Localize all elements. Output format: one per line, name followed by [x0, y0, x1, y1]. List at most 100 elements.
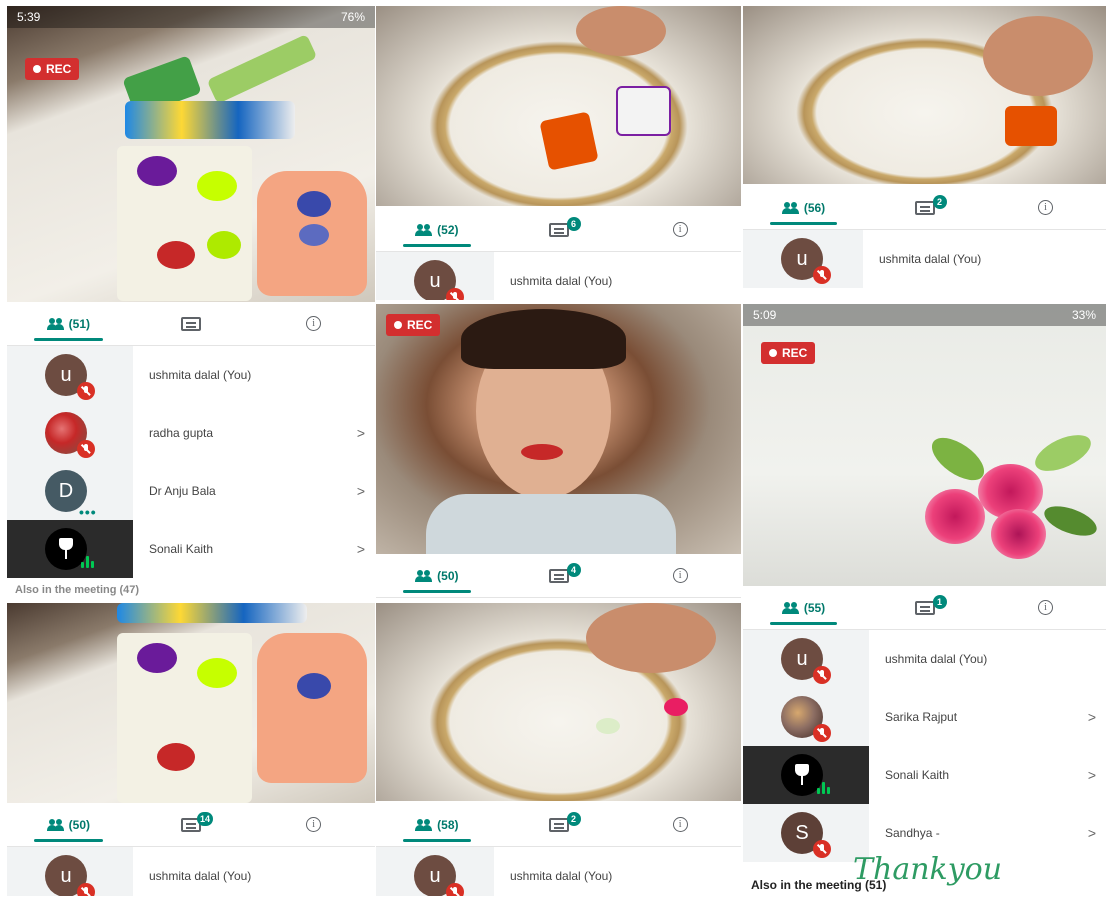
tab-info[interactable]: i — [985, 586, 1106, 629]
chevron-right-icon: > — [356, 483, 366, 499]
participant-row[interactable]: u ushmita dalal (You) — [743, 230, 1106, 288]
record-dot-icon — [33, 65, 41, 73]
tab-chat[interactable]: 2 — [864, 186, 985, 229]
tab-info[interactable]: i — [985, 186, 1106, 229]
chat-icon: 14 — [181, 811, 213, 832]
meeting-tabs: (52) 6 i — [376, 208, 741, 252]
chat-icon: 2 — [914, 194, 947, 215]
more-dots-icon: ••• — [79, 504, 97, 520]
tab-chat[interactable]: 2 — [498, 803, 620, 846]
mic-off-icon — [813, 724, 831, 742]
participant-row[interactable]: Sonali Kaith > — [743, 746, 1106, 804]
tab-info[interactable]: i — [619, 554, 741, 597]
leaf — [197, 658, 237, 688]
chat-badge: 6 — [566, 216, 581, 231]
participant-row[interactable]: u ushmita dalal (You) — [376, 252, 741, 300]
participant-name: Sandhya - — [885, 826, 940, 840]
participant-row[interactable]: u ushmita dalal (You) — [376, 847, 741, 896]
flower — [137, 156, 177, 186]
leaf — [596, 718, 620, 734]
chevron-right-icon: > — [356, 425, 366, 441]
participant-row[interactable]: D ••• Dr Anju Bala > — [7, 462, 375, 520]
video-feed — [376, 6, 741, 206]
tab-chat[interactable]: 4 — [498, 554, 620, 597]
leaf — [197, 171, 237, 201]
mic-off-icon — [446, 883, 464, 896]
people-icon — [415, 569, 433, 582]
tab-info[interactable]: i — [252, 803, 375, 846]
speaking-icon — [81, 554, 95, 568]
chevron-right-icon: > — [1087, 767, 1097, 783]
tab-chat[interactable]: 14 — [130, 803, 253, 846]
status-bar: 5:39 76% — [7, 6, 375, 28]
participant-count: (55) — [803, 600, 826, 615]
video-feed: 5:09 33% REC — [743, 304, 1106, 586]
participant-row[interactable]: Sarika Rajput > — [743, 688, 1106, 746]
paint-bottle — [117, 603, 307, 623]
meeting-tabs: (55) 1 i — [743, 586, 1106, 630]
flower — [157, 241, 195, 269]
participant-count: (56) — [803, 200, 826, 215]
tab-participants[interactable]: (55) — [743, 586, 864, 629]
handwritten-note: Thankyou — [853, 852, 1003, 887]
participant-name: ushmita dalal (You) — [149, 869, 252, 883]
participant-name: Dr Anju Bala — [149, 484, 216, 498]
participant-row[interactable]: u ushmita dalal (You) — [7, 346, 375, 404]
painted-tile — [1005, 106, 1057, 146]
participant-row[interactable]: radha gupta > — [7, 404, 375, 462]
painted-tile — [616, 86, 671, 136]
chat-badge: 2 — [566, 811, 581, 826]
participant-name: Sonali Kaith — [149, 542, 214, 556]
info-icon: i — [672, 817, 688, 832]
participant-name: ushmita dalal (You) — [149, 368, 252, 382]
recording-badge: REC — [761, 342, 816, 364]
participant-list: u ushmita dalal (You) Sarika Rajput > So… — [743, 630, 1106, 899]
video-feed — [743, 6, 1106, 184]
also-in-meeting-label: Also in the meeting (47) — [15, 584, 140, 596]
chat-badge: 1 — [932, 594, 947, 609]
chevron-right-icon: > — [1087, 709, 1097, 725]
tab-participants[interactable]: (52) — [376, 208, 498, 251]
tab-participants[interactable]: (56) — [743, 186, 864, 229]
flower — [664, 698, 688, 716]
tab-participants[interactable]: (50) — [7, 803, 130, 846]
chat-icon — [181, 316, 201, 331]
tab-participants[interactable]: (50) — [376, 554, 498, 597]
meeting-tile-3: (56) 2 i u ushmita dalal (You) — [743, 6, 1106, 302]
participant-name: Sonali Kaith — [885, 768, 950, 782]
rose-flower — [925, 489, 985, 544]
flower — [137, 643, 177, 673]
tab-info[interactable]: i — [619, 803, 741, 846]
video-feed: REC — [376, 304, 741, 554]
participant-row[interactable]: u ushmita dalal (You) — [743, 630, 1106, 688]
recording-badge: REC — [386, 314, 441, 336]
meeting-tabs: (50) 14 i — [7, 803, 375, 847]
tab-info[interactable]: i — [252, 302, 375, 345]
chat-badge: 4 — [566, 562, 581, 577]
people-icon — [781, 601, 800, 614]
participant-row[interactable]: Sonali Kaith > — [7, 520, 375, 578]
tab-participants[interactable]: (51) — [7, 302, 130, 345]
tab-chat[interactable]: 6 — [498, 208, 620, 251]
video-feed: 5:39 76% REC — [7, 6, 375, 302]
leaf — [207, 231, 241, 259]
meeting-tabs: (51) i — [7, 302, 375, 346]
tab-chat[interactable]: 1 — [864, 586, 985, 629]
participant-count: (58) — [437, 817, 459, 832]
participant-count: (51) — [68, 316, 90, 331]
video-feed — [376, 603, 741, 801]
tab-info[interactable]: i — [619, 208, 741, 251]
flower — [297, 191, 331, 217]
battery-level: 33% — [1071, 308, 1096, 322]
rec-label: REC — [407, 318, 433, 332]
painted-tile — [539, 111, 599, 171]
tab-participants[interactable]: (58) — [376, 803, 498, 846]
participant-row[interactable]: u ushmita dalal (You) — [7, 847, 375, 896]
participant-count: (50) — [437, 568, 459, 583]
hand — [576, 6, 666, 56]
leaf — [1040, 500, 1101, 542]
tab-chat[interactable] — [130, 302, 253, 345]
leaf — [1029, 427, 1097, 479]
info-icon: i — [672, 568, 688, 583]
mic-off-icon — [77, 883, 95, 896]
